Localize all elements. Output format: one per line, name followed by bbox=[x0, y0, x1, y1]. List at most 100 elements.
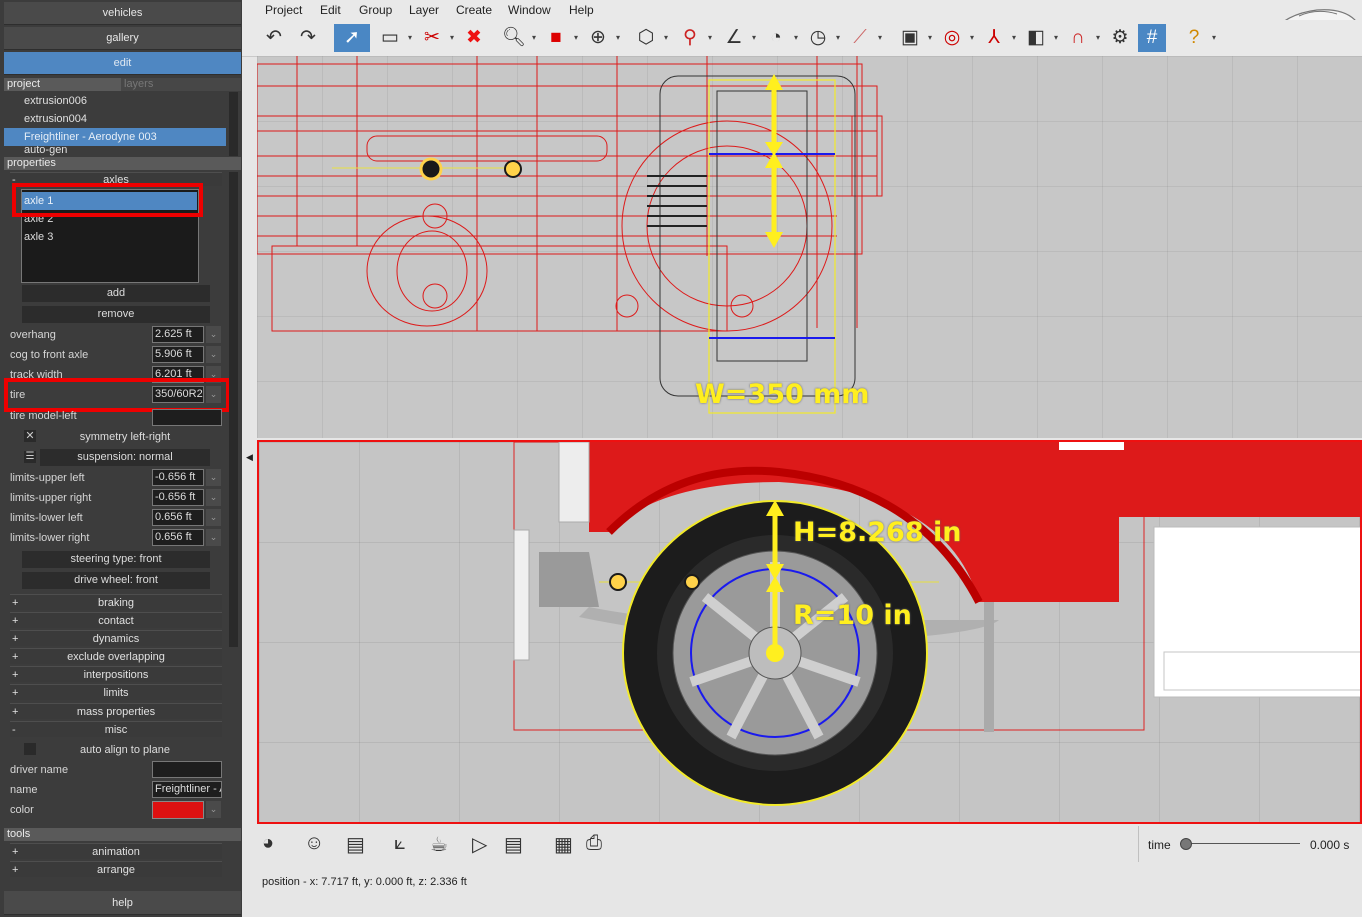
graph-icon[interactable]: ⟀ bbox=[394, 832, 406, 855]
suspension-button[interactable]: suspension: normal bbox=[40, 449, 210, 466]
divider bbox=[1138, 826, 1139, 862]
properties-scrollbar[interactable] bbox=[229, 172, 238, 647]
head-view-icon[interactable]: ☺ bbox=[304, 832, 324, 855]
menu-window[interactable]: Window bbox=[508, 3, 551, 17]
cog-front-axle-field[interactable]: 5.906 ft bbox=[152, 346, 204, 363]
undo-icon[interactable]: ↶ bbox=[260, 24, 288, 52]
remove-axle-button[interactable]: remove bbox=[22, 306, 210, 323]
project-item[interactable]: auto-gen bbox=[4, 146, 226, 156]
drive-wheel-button[interactable]: drive wheel: front bbox=[22, 572, 210, 589]
section-limits[interactable]: + limits bbox=[10, 684, 222, 700]
vehicles-button[interactable]: vehicles bbox=[4, 2, 241, 25]
axle-item-3[interactable]: axle 3 bbox=[24, 228, 53, 246]
anchor-icon[interactable]: ⚲ ▾ bbox=[676, 24, 712, 52]
delete-icon[interactable]: ✖ bbox=[460, 24, 488, 52]
ruler-icon[interactable]: ⟋ ▾ bbox=[846, 24, 882, 52]
move-icon[interactable]: ⊕ ▾ bbox=[584, 24, 620, 52]
section-mass-properties[interactable]: + mass properties bbox=[10, 703, 222, 719]
create-box-icon[interactable]: ■ ▾ bbox=[542, 24, 578, 52]
menu-layer[interactable]: Layer bbox=[409, 3, 439, 17]
expand-icon: + bbox=[12, 687, 19, 699]
select-tool-icon[interactable]: ➚ bbox=[334, 24, 370, 52]
grid-icon[interactable]: # bbox=[1138, 24, 1166, 52]
camera-target-icon[interactable]: ▣ ▾ bbox=[896, 24, 932, 52]
cog-front-axle-label: cog to front axle bbox=[10, 349, 89, 361]
gauge-icon[interactable]: ◷ ▾ bbox=[804, 24, 840, 52]
menu-edit[interactable]: Edit bbox=[320, 3, 341, 17]
section-contact[interactable]: + contact bbox=[10, 612, 222, 628]
menu-create[interactable]: Create bbox=[456, 3, 492, 17]
shading-sphere-icon[interactable]: ◕ bbox=[262, 832, 274, 855]
limits-spin[interactable]: ⌄ bbox=[206, 469, 221, 486]
limits-spin[interactable]: ⌄ bbox=[206, 529, 221, 546]
overhang-label: overhang bbox=[10, 329, 56, 341]
driver-name-field[interactable] bbox=[152, 761, 222, 778]
menu-group[interactable]: Group bbox=[359, 3, 392, 17]
tab-project[interactable]: project bbox=[4, 78, 121, 91]
project-item-selected[interactable]: Freightliner - Aerodyne 003 bbox=[4, 128, 226, 146]
section-braking[interactable]: + braking bbox=[10, 594, 222, 610]
texture-icon[interactable]: ◧ ▾ bbox=[1022, 24, 1058, 52]
menu-help[interactable]: Help bbox=[569, 3, 594, 17]
settings-gear-icon[interactable]: ⚙ bbox=[1106, 24, 1134, 52]
top-viewport[interactable]: W=350 mm bbox=[257, 56, 1362, 438]
help-button[interactable]: help bbox=[4, 891, 241, 915]
limits-spin[interactable]: ⌄ bbox=[206, 489, 221, 506]
print-icon[interactable]: ⎙ bbox=[586, 832, 602, 855]
rectangle-select-icon[interactable]: ▭ ▾ bbox=[376, 24, 412, 52]
panel-collapse-icon[interactable]: ◀ bbox=[246, 452, 253, 463]
section-interpositions[interactable]: + interpositions bbox=[10, 666, 222, 682]
axes-icon[interactable]: ⅄ ▾ bbox=[980, 24, 1016, 52]
teapot-icon[interactable]: ☕︎ bbox=[430, 832, 448, 857]
name-label: name bbox=[10, 784, 38, 796]
tire-model-left-field[interactable] bbox=[152, 409, 222, 426]
play-icon[interactable]: ▷ bbox=[472, 832, 487, 857]
section-label: interpositions bbox=[83, 669, 149, 681]
section-exclude-overlapping[interactable]: + exclude overlapping bbox=[10, 648, 222, 664]
tab-layers[interactable]: layers bbox=[121, 78, 241, 91]
measure-icon[interactable]: ∠ ▾ bbox=[720, 24, 756, 52]
cube-view-icon[interactable]: ⬡ ▾ bbox=[632, 24, 668, 52]
time-slider-handle[interactable] bbox=[1180, 838, 1192, 850]
tools-arrange[interactable]: + arrange bbox=[10, 861, 222, 877]
suspension-icon[interactable]: ☰ bbox=[24, 451, 36, 463]
limits-spin[interactable]: ⌄ bbox=[206, 509, 221, 526]
truck-side-drawing bbox=[513, 442, 1360, 806]
overhang-spin[interactable]: ⌄ bbox=[206, 326, 221, 343]
gallery-button[interactable]: gallery bbox=[4, 27, 241, 50]
magnet-icon[interactable]: ∩ ▾ bbox=[1064, 24, 1100, 52]
tools-animation[interactable]: + animation bbox=[10, 843, 222, 859]
side-viewport[interactable]: H=8.268 in R=10 in bbox=[257, 440, 1362, 824]
cog-spin[interactable]: ⌄ bbox=[206, 346, 221, 363]
color-spin[interactable]: ⌄ bbox=[206, 801, 221, 818]
project-scrollbar[interactable] bbox=[229, 92, 238, 156]
edit-button[interactable]: edit bbox=[4, 52, 241, 75]
name-field[interactable]: Freightliner - A bbox=[152, 781, 222, 798]
add-axle-button[interactable]: add bbox=[22, 285, 210, 302]
overhang-field[interactable]: 2.625 ft bbox=[152, 326, 204, 343]
time-slider-track[interactable] bbox=[1184, 843, 1300, 844]
limits-lower-right-field[interactable]: 0.656 ft bbox=[152, 529, 204, 546]
steering-type-button[interactable]: steering type: front bbox=[22, 551, 210, 568]
project-item[interactable]: extrusion004 bbox=[4, 110, 226, 128]
section-dynamics[interactable]: + dynamics bbox=[10, 630, 222, 646]
section-misc[interactable]: - misc bbox=[10, 721, 222, 737]
project-item[interactable]: extrusion006 bbox=[4, 92, 226, 110]
play-options-icon[interactable]: ▤ bbox=[504, 832, 523, 857]
cut-icon[interactable]: ✂ ▾ bbox=[418, 24, 454, 52]
limits-upper-left-field[interactable]: -0.656 ft bbox=[152, 469, 204, 486]
color-swatch[interactable] bbox=[152, 801, 204, 819]
target-icon[interactable]: ◎ ▾ bbox=[938, 24, 974, 52]
help-icon[interactable]: ? ▾ bbox=[1180, 24, 1216, 52]
report-icon[interactable]: ▦ bbox=[554, 832, 573, 857]
rotate-dial-icon[interactable]: ◔ ▾ bbox=[762, 24, 798, 52]
menu-project[interactable]: Project bbox=[265, 3, 302, 17]
symmetry-checkbox[interactable]: ✕ bbox=[24, 430, 36, 442]
limits-lower-left-field[interactable]: 0.656 ft bbox=[152, 509, 204, 526]
auto-align-checkbox[interactable] bbox=[24, 743, 36, 755]
zoom-icon[interactable]: 🔍︎ ▾ bbox=[500, 24, 536, 52]
toolbar: ↶ ↷ ➚ ▭ ▾ ✂ ▾ ✖ 🔍︎ ▾ ■ ▾ ⊕ ▾ ⬡ ▾ ⚲ ▾ ∠ ▾ ◔ ▾ ◷ ▾ ⟋… bbox=[242, 20, 1362, 57]
redo-icon[interactable]: ↷ bbox=[294, 24, 322, 52]
layout-icon[interactable]: ▤ bbox=[346, 832, 365, 857]
limits-upper-right-field[interactable]: -0.656 ft bbox=[152, 489, 204, 506]
